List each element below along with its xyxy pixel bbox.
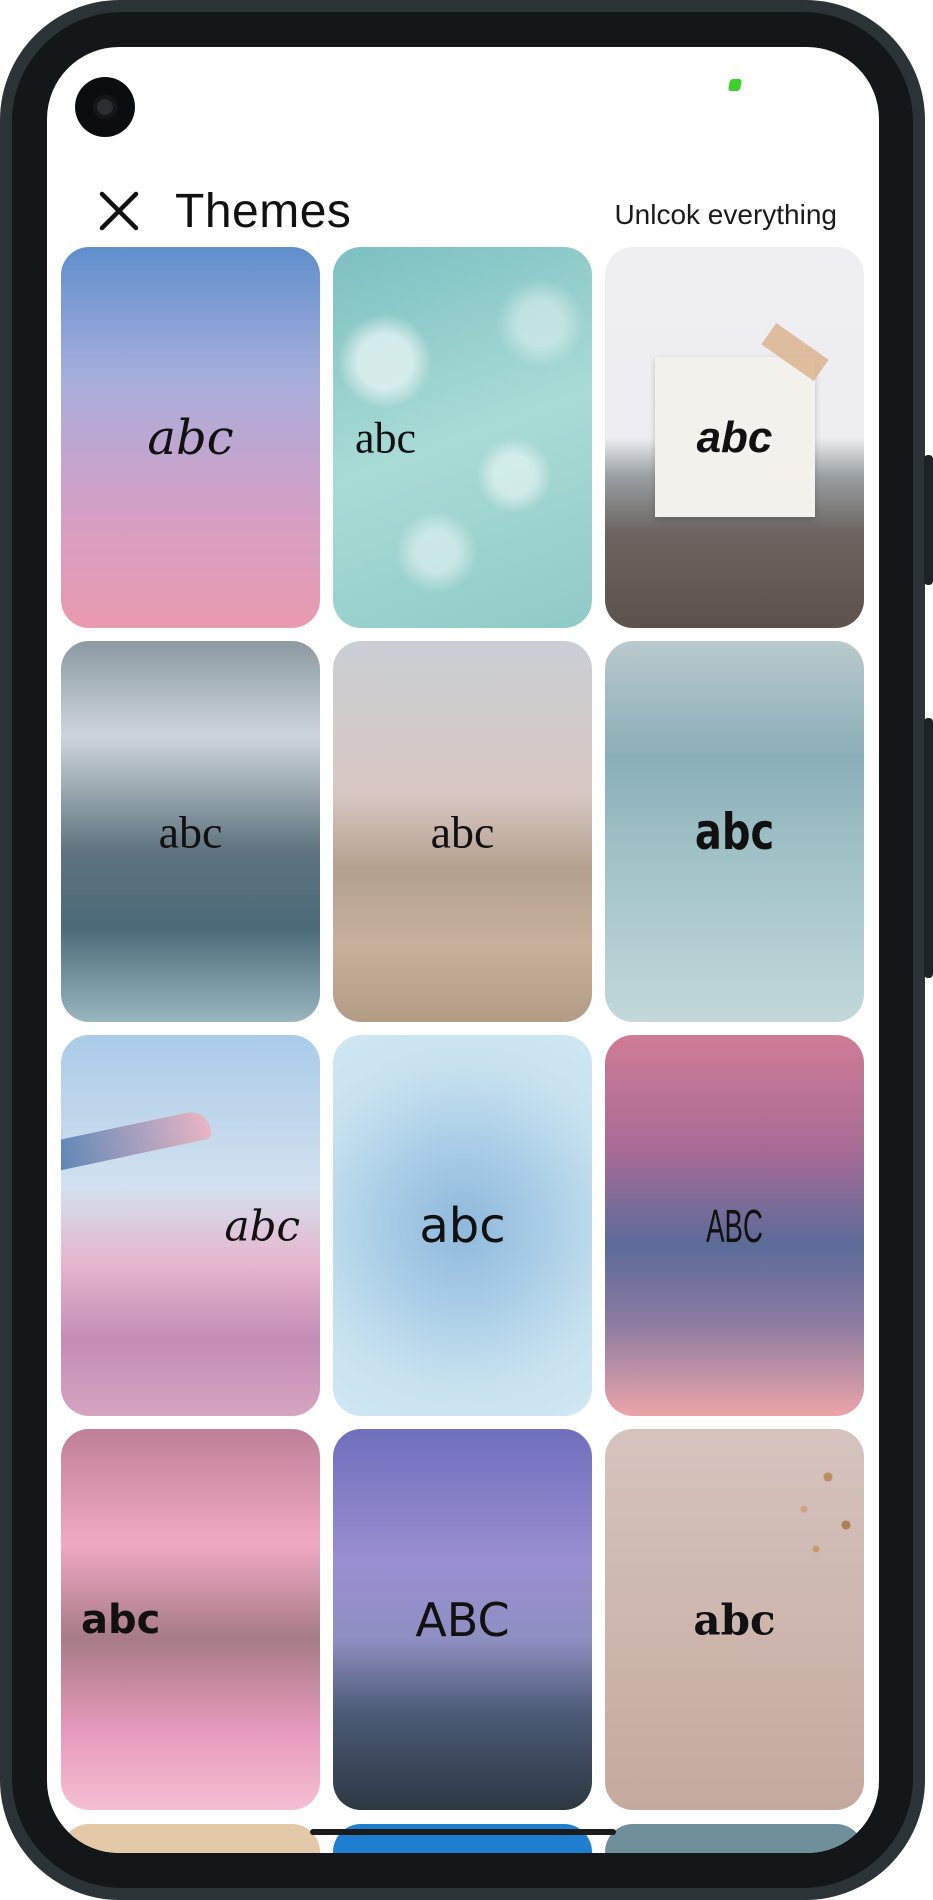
theme-card[interactable]: abc [333, 641, 592, 1022]
top-bar: Themes Unlcok everything [47, 147, 879, 238]
page-title: Themes [175, 185, 352, 238]
front-camera [75, 77, 135, 137]
theme-sample-text: abc [224, 1201, 300, 1250]
screen: Themes Unlcok everything abc abc abc abc… [47, 47, 879, 1853]
theme-card[interactable]: abc [605, 1429, 864, 1810]
theme-card[interactable]: abc [605, 641, 864, 1022]
theme-card[interactable]: abc [61, 247, 320, 628]
theme-sample-text: abc [693, 1595, 776, 1644]
theme-card[interactable]: ABC [605, 1035, 864, 1416]
power-button [924, 718, 933, 978]
themes-grid: abc abc abc abc abc abc abc abc ABC abc … [61, 247, 865, 1810]
theme-card[interactable]: abc [333, 247, 592, 628]
theme-sample-text: ABC [415, 1592, 510, 1647]
theme-sample-text: abc [696, 412, 773, 462]
theme-sample-text: abc [158, 806, 223, 857]
home-indicator[interactable] [310, 1829, 616, 1835]
close-icon[interactable] [98, 190, 140, 232]
status-indicator-dot [727, 79, 743, 91]
theme-card[interactable]: abc [61, 1429, 320, 1810]
theme-sample-text: abc [81, 1596, 161, 1643]
theme-card[interactable]: ABC [333, 1429, 592, 1810]
theme-sample-text: ABC [706, 1199, 763, 1252]
theme-card[interactable] [61, 1824, 320, 1853]
theme-card[interactable]: abc [61, 1035, 320, 1416]
theme-card[interactable]: abc [333, 1035, 592, 1416]
theme-card[interactable]: abc [605, 247, 864, 628]
theme-sample-text: abc [147, 409, 234, 466]
theme-sample-text: abc [355, 413, 417, 462]
volume-button [924, 455, 933, 585]
theme-sample-text: abc [430, 806, 495, 857]
theme-sample-text: abc [694, 802, 775, 861]
unlock-everything-button[interactable]: Unlcok everything [614, 199, 837, 231]
flower-branch-decoration [744, 1429, 864, 1589]
theme-card[interactable] [605, 1824, 864, 1853]
theme-card[interactable]: abc [61, 641, 320, 1022]
airplane-wing-decoration [61, 1108, 213, 1172]
theme-sample-text: abc [419, 1197, 506, 1254]
